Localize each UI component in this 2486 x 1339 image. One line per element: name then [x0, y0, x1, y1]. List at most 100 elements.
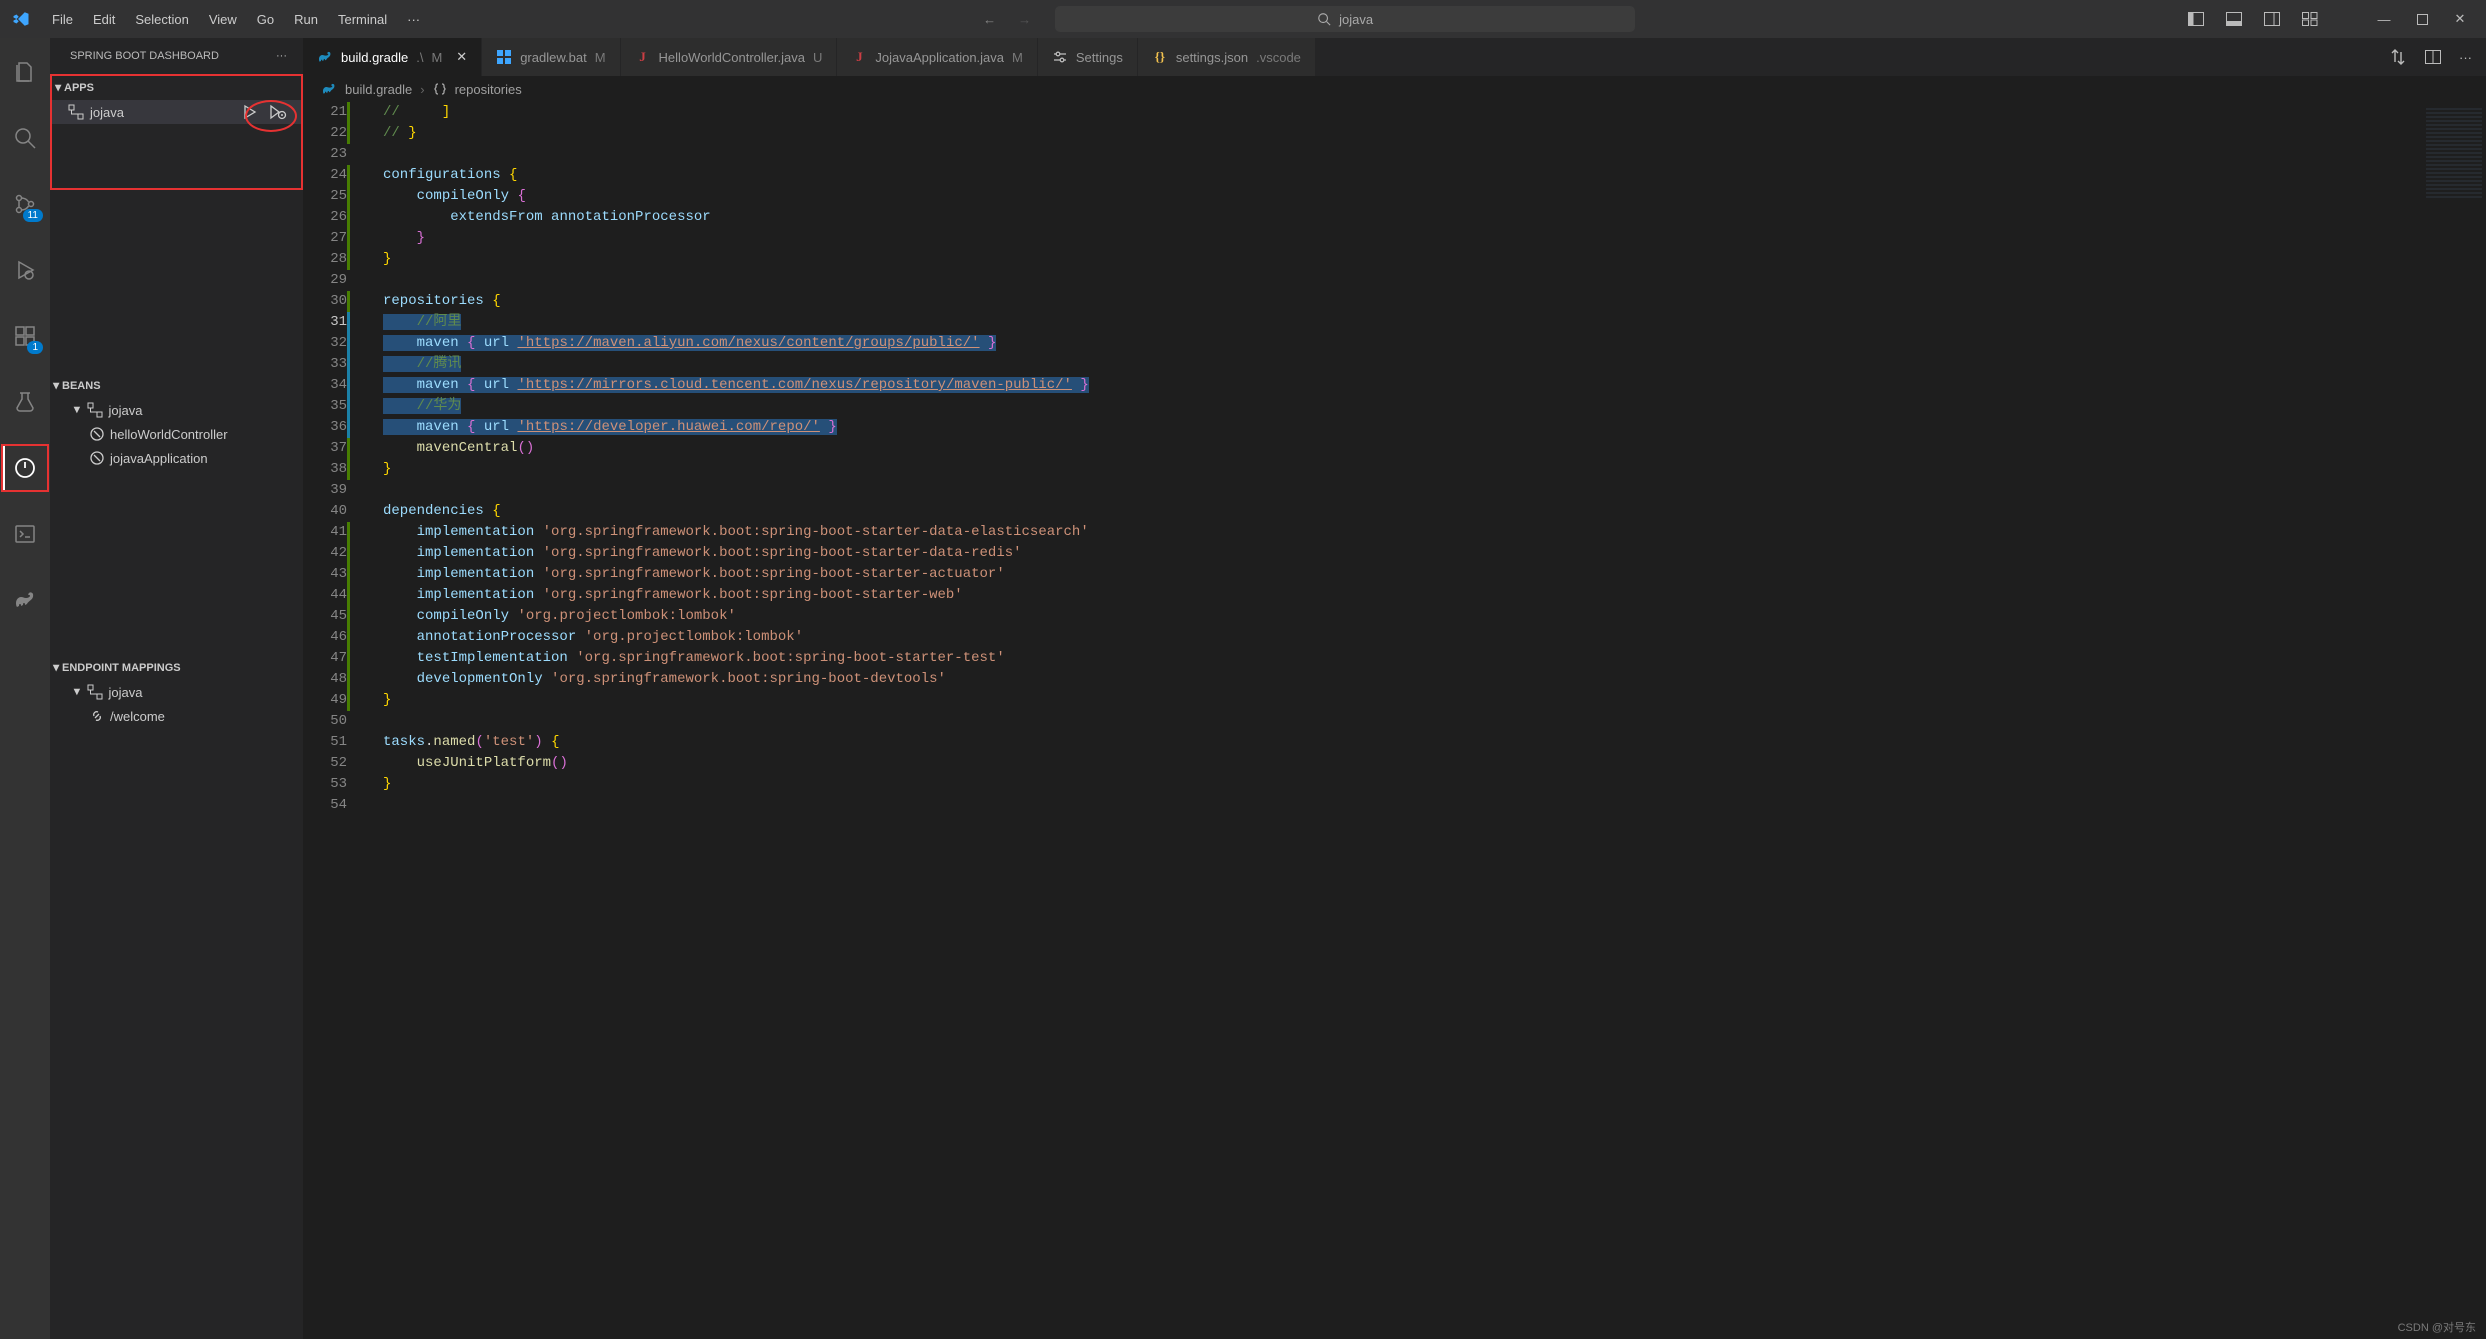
line-number: 26 — [303, 207, 347, 228]
tab-settings-json[interactable]: {}settings.json.vscode — [1138, 38, 1316, 76]
debug-icon[interactable] — [269, 104, 287, 120]
activity-search-icon[interactable] — [1, 114, 49, 162]
code-line[interactable]: tasks.named('test') { — [383, 732, 2422, 753]
close-icon[interactable]: ✕ — [456, 49, 467, 65]
code-line[interactable]: //阿里 — [383, 312, 2422, 333]
tab-gradlew-bat[interactable]: gradlew.batM — [482, 38, 620, 76]
menu-view[interactable]: View — [199, 4, 247, 35]
line-number: 45 — [303, 606, 347, 627]
activity-extensions-icon[interactable]: 1 — [1, 312, 49, 360]
java-file-icon: J — [851, 49, 867, 65]
chevron-down-icon: ▸ — [50, 665, 64, 671]
section-beans-header[interactable]: ▸ BEANS — [50, 374, 303, 398]
line-number: 23 — [303, 144, 347, 165]
code-line[interactable] — [383, 480, 2422, 501]
sidebar-more-icon[interactable]: ··· — [276, 50, 287, 62]
code-line[interactable]: configurations { — [383, 165, 2422, 186]
section-apps-header[interactable]: ▸ APPS — [52, 76, 301, 100]
code-line[interactable] — [383, 711, 2422, 732]
beans-item[interactable]: jojavaApplication — [50, 446, 303, 470]
tab-settings[interactable]: Settings — [1038, 38, 1138, 76]
code-line[interactable]: developmentOnly 'org.springframework.boo… — [383, 669, 2422, 690]
code-line[interactable]: annotationProcessor 'org.projectlombok:l… — [383, 627, 2422, 648]
endpoints-root-jojava[interactable]: ▸ jojava — [50, 680, 303, 704]
line-number: 27 — [303, 228, 347, 249]
minimap[interactable] — [2422, 102, 2486, 1339]
code-line[interactable]: implementation 'org.springframework.boot… — [383, 564, 2422, 585]
code-line[interactable] — [383, 795, 2422, 816]
editor-area[interactable]: 2122232425262728293031323334353637383940… — [303, 102, 2486, 1339]
section-endpoints-header[interactable]: ▸ ENDPOINT MAPPINGS — [50, 656, 303, 680]
code-line[interactable]: //华为 — [383, 396, 2422, 417]
code-line[interactable]: //腾讯 — [383, 354, 2422, 375]
menu-terminal[interactable]: Terminal — [328, 4, 397, 35]
split-editor-icon[interactable] — [2425, 50, 2441, 64]
code-line[interactable]: implementation 'org.springframework.boot… — [383, 543, 2422, 564]
layout-left-icon[interactable] — [2188, 11, 2204, 27]
code-line[interactable]: } — [383, 690, 2422, 711]
activity-run-debug-icon[interactable] — [1, 246, 49, 294]
layout-bottom-icon[interactable] — [2226, 11, 2242, 27]
code-line[interactable]: maven { url 'https://maven.aliyun.com/ne… — [383, 333, 2422, 354]
code-line[interactable]: maven { url 'https://mirrors.cloud.tence… — [383, 375, 2422, 396]
code-content[interactable]: // ]// } configurations { compileOnly { … — [365, 102, 2422, 1339]
code-line[interactable]: } — [383, 774, 2422, 795]
menu-run[interactable]: Run — [284, 4, 328, 35]
code-line[interactable]: implementation 'org.springframework.boot… — [383, 522, 2422, 543]
activity-scm-icon[interactable]: 11 — [1, 180, 49, 228]
menu-file[interactable]: File — [42, 4, 83, 35]
activity-explorer-icon[interactable] — [1, 48, 49, 96]
layout-customize-icon[interactable] — [2302, 11, 2318, 27]
breadcrumb-symbol: repositories — [455, 82, 522, 97]
nav-forward-icon[interactable]: → — [1018, 12, 1031, 27]
code-line[interactable]: } — [383, 459, 2422, 480]
menu-edit[interactable]: Edit — [83, 4, 125, 35]
code-line[interactable]: extendsFrom annotationProcessor — [383, 207, 2422, 228]
code-line[interactable] — [383, 270, 2422, 291]
code-line[interactable] — [383, 144, 2422, 165]
beans-item[interactable]: helloWorldController — [50, 422, 303, 446]
tab-jojavaapplication-java[interactable]: JJojavaApplication.javaM — [837, 38, 1037, 76]
activity-testing-icon[interactable] — [1, 378, 49, 426]
activity-gradle-icon[interactable] — [1, 576, 49, 624]
code-line[interactable]: compileOnly 'org.projectlombok:lombok' — [383, 606, 2422, 627]
menu-selection[interactable]: Selection — [125, 4, 198, 35]
window-minimize-icon[interactable]: — — [2376, 11, 2392, 27]
code-line[interactable]: repositories { — [383, 291, 2422, 312]
code-line[interactable]: } — [383, 228, 2422, 249]
tab-helloworldcontroller-java[interactable]: JHelloWorldController.javaU — [621, 38, 838, 76]
window-close-icon[interactable]: ✕ — [2452, 11, 2468, 27]
code-line[interactable]: maven { url 'https://developer.huawei.co… — [383, 417, 2422, 438]
window-maximize-icon[interactable] — [2414, 11, 2430, 27]
bean-icon — [90, 451, 104, 465]
breadcrumbs[interactable]: build.gradle › repositories — [303, 76, 2486, 102]
activity-terminal-icon[interactable] — [1, 510, 49, 558]
chevron-down-icon: ▸ — [52, 85, 66, 91]
activity-spring-boot-dashboard-icon[interactable] — [1, 444, 49, 492]
beans-root-jojava[interactable]: ▸ jojava — [50, 398, 303, 422]
code-line[interactable]: // ] — [383, 102, 2422, 123]
menu-go[interactable]: Go — [247, 4, 284, 35]
menu-overflow[interactable]: ··· — [397, 4, 430, 35]
layout-right-icon[interactable] — [2264, 11, 2280, 27]
code-line[interactable]: mavenCentral() — [383, 438, 2422, 459]
code-line[interactable]: // } — [383, 123, 2422, 144]
section-apps: ▸ APPS jojava — [50, 74, 303, 190]
nav-back-icon[interactable]: ← — [983, 12, 996, 27]
code-line[interactable]: useJUnitPlatform() — [383, 753, 2422, 774]
apps-item-jojava[interactable]: jojava — [52, 100, 301, 124]
compare-changes-icon[interactable] — [2389, 48, 2407, 66]
tab-more-icon[interactable]: ··· — [2459, 50, 2472, 65]
code-line[interactable]: implementation 'org.springframework.boot… — [383, 585, 2422, 606]
command-center-search[interactable]: jojava — [1055, 6, 1635, 32]
code-line[interactable]: testImplementation 'org.springframework.… — [383, 648, 2422, 669]
tab-build-gradle[interactable]: build.gradle.\M✕ — [303, 38, 482, 76]
code-line[interactable]: } — [383, 249, 2422, 270]
line-number: 50 — [303, 711, 347, 732]
line-number: 47 — [303, 648, 347, 669]
play-icon[interactable] — [241, 104, 257, 120]
endpoints-item[interactable]: /welcome — [50, 704, 303, 728]
beans-item-label: helloWorldController — [110, 427, 228, 442]
code-line[interactable]: dependencies { — [383, 501, 2422, 522]
code-line[interactable]: compileOnly { — [383, 186, 2422, 207]
